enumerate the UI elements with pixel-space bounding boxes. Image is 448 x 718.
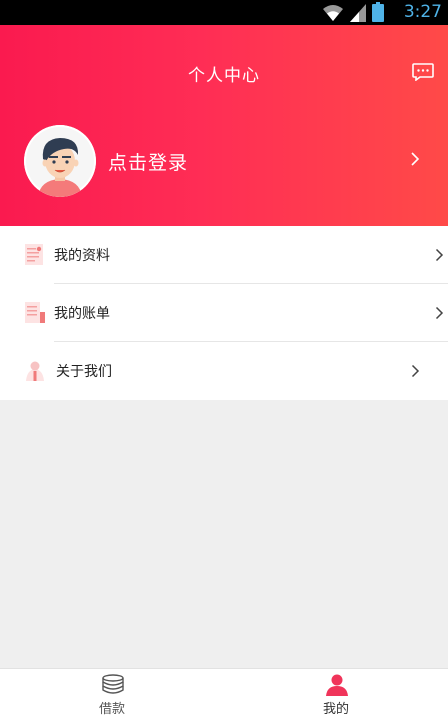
status-icons — [322, 2, 384, 22]
tab-loan[interactable]: 借款 — [0, 669, 224, 718]
profile-header: 个人中心 点击登录 — [0, 25, 448, 226]
tab-mine[interactable]: 我的 — [224, 669, 448, 718]
tab-label: 借款 — [98, 702, 125, 717]
avatar[interactable] — [24, 125, 96, 197]
login-label[interactable]: 点击登录 — [108, 148, 188, 175]
login-row[interactable]: 点击登录 — [0, 125, 448, 197]
bottom-tab-bar: 借款 我的 — [0, 668, 448, 718]
battery-icon — [372, 2, 384, 22]
menu-item-about-us[interactable]: 关于我们 — [0, 342, 448, 400]
signal-icon — [350, 4, 366, 22]
coins-stack-icon — [102, 674, 124, 694]
menu-item-my-bills[interactable]: 我的账单 — [0, 284, 448, 342]
menu-list: 我的资料 我的账单 关于我们 — [0, 226, 448, 400]
page-title: 个人中心 — [188, 66, 260, 86]
chevron-right-icon — [435, 306, 444, 320]
bill-icon — [25, 302, 45, 323]
chevron-right-icon — [435, 248, 444, 262]
user-icon — [326, 674, 348, 696]
menu-item-label: 我的账单 — [54, 306, 110, 322]
tab-label: 我的 — [322, 702, 349, 717]
status-time: 3:27 — [403, 2, 442, 22]
status-bar: 3:27 — [0, 0, 448, 25]
message-icon[interactable] — [412, 63, 434, 81]
menu-item-my-profile[interactable]: 我的资料 — [0, 226, 448, 284]
avatar-face-icon — [24, 125, 96, 197]
chevron-right-icon — [411, 152, 420, 166]
menu-item-label: 关于我们 — [56, 364, 112, 380]
wifi-icon — [323, 5, 343, 21]
profile-doc-icon — [25, 244, 43, 265]
menu-item-label: 我的资料 — [54, 248, 110, 264]
chevron-right-icon — [411, 364, 420, 378]
about-icon — [26, 361, 44, 381]
